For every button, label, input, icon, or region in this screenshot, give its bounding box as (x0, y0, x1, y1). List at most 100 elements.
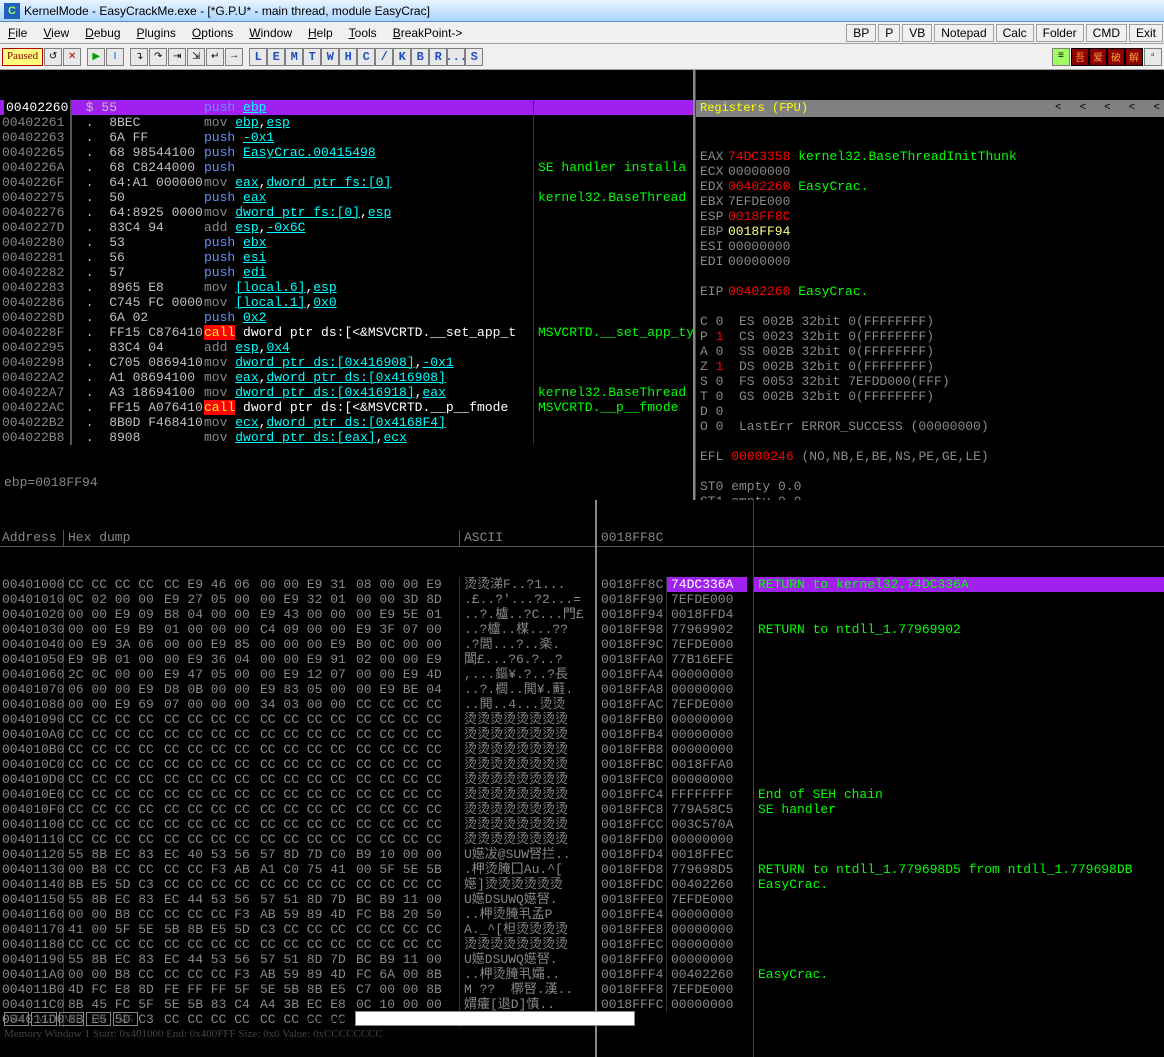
hex-row[interactable]: 00401100CC CC CC CCCC CC CC CCCC CC CC C… (0, 817, 595, 832)
hex-row[interactable]: 0040104000 E9 3A 0600 00 E9 8500 00 00 E… (0, 637, 595, 652)
btn-notepad[interactable]: Notepad (934, 24, 993, 42)
hex-row[interactable]: 004011A000 00 B8 CCCC CC CC F3AB 59 89 4… (0, 967, 595, 982)
stack-row[interactable]: 0018FFB000000000 (597, 712, 753, 727)
toolbar-E[interactable]: E (267, 48, 285, 66)
reg-ESP[interactable]: ESP0018FF8C (700, 209, 1160, 224)
hex-row[interactable]: 0040107006 00 00 E9D8 0B 00 00E9 83 05 0… (0, 682, 595, 697)
reg-EDX[interactable]: EDX00402260 EasyCrac. (700, 179, 1160, 194)
hex-row[interactable]: 004010E0CC CC CC CCCC CC CC CCCC CC CC C… (0, 787, 595, 802)
stack-row[interactable]: 0018FFD000000000 (597, 832, 753, 847)
hex-row[interactable]: 0040102000 00 E9 09B8 04 00 00E9 43 00 0… (0, 607, 595, 622)
cn-爱[interactable]: 爱 (1089, 48, 1107, 66)
hex-row[interactable]: 0040108000 00 E9 6907 00 00 0034 03 00 0… (0, 697, 595, 712)
disasm-row[interactable]: 00402295 . 83C4 04 add esp,0x4 (0, 340, 693, 355)
reg-EBX[interactable]: EBX7EFDE000 (700, 194, 1160, 209)
status-M1[interactable]: M1 (4, 1012, 29, 1026)
toolbar-W[interactable]: W (321, 48, 339, 66)
stack-row[interactable]: 0018FFD8779698D5 (597, 862, 753, 877)
hex-row[interactable]: 0040115055 8B EC 83EC 44 53 5657 51 8D 7… (0, 892, 595, 907)
hex-row[interactable]: 0040116000 00 B8 CCCC CC CC F3AB 59 89 4… (0, 907, 595, 922)
toolbar-H[interactable]: H (339, 48, 357, 66)
stack-row[interactable]: 0018FFE400000000 (597, 907, 753, 922)
disasm-row[interactable]: 004022A7 . A3 18694100 mov dword ptr ds:… (0, 385, 693, 400)
menu-options[interactable]: Options (184, 24, 241, 42)
stack-row[interactable]: 0018FFC4FFFFFFFF (597, 787, 753, 802)
reg-ESI[interactable]: ESI00000000 (700, 239, 1160, 254)
disassembly-panel[interactable]: 00402260 $ 55 push ebp 00402261 . 8BEC m… (0, 70, 695, 500)
hex-row[interactable]: 0040119055 8B EC 83EC 44 53 5657 51 8D 7… (0, 952, 595, 967)
hex-row[interactable]: 004010C0CC CC CC CCCC CC CC CCCC CC CC C… (0, 757, 595, 772)
disasm-row[interactable]: 0040227D . 83C4 94 add esp,-0x6C (0, 220, 693, 235)
hex-row[interactable]: 00401090CC CC CC CCCC CC CC CCCC CC CC C… (0, 712, 595, 727)
command-input[interactable] (355, 1011, 635, 1026)
disasm-row[interactable]: 00402298 . C705 0869410 mov dword ptr ds… (0, 355, 693, 370)
disasm-row[interactable]: 00402281 . 56 push esi (0, 250, 693, 265)
hex-row[interactable]: 004011408B E5 5D C3CC CC CC CCCC CC CC C… (0, 877, 595, 892)
hex-row[interactable]: 004011C08B 45 FC 5F5E 5B 83 C4A4 3B EC E… (0, 997, 595, 1012)
play-icon[interactable]: ▶ (87, 48, 105, 66)
reg-EDI[interactable]: EDI00000000 (700, 254, 1160, 269)
reg-ECX[interactable]: ECX00000000 (700, 164, 1160, 179)
stack-row[interactable]: 0018FFB800000000 (597, 742, 753, 757)
disasm-row[interactable]: 00402261 . 8BEC mov ebp,esp (0, 115, 693, 130)
stack-row[interactable]: 0018FF8C74DC336A (597, 577, 753, 592)
menu-file[interactable]: File (0, 24, 35, 42)
stack-row[interactable]: 0018FFF400402260 (597, 967, 753, 982)
hex-row[interactable]: 0040103000 00 E9 B901 00 00 00C4 09 00 0… (0, 622, 595, 637)
stack-row[interactable]: 0018FFCC003C570A (597, 817, 753, 832)
hex-row[interactable]: 004010100C 02 00 00E9 27 05 0000 E9 32 0… (0, 592, 595, 607)
menu-breakpoint->[interactable]: BreakPoint-> (385, 24, 471, 42)
stack-row[interactable]: 0018FF9C7EFDE000 (597, 637, 753, 652)
stack-row[interactable]: 0018FF9877969902 (597, 622, 753, 637)
status-M3[interactable]: M3 (59, 1012, 84, 1026)
disasm-row[interactable]: 004022B2 . 8B0D F468410 mov ecx,dword pt… (0, 415, 693, 430)
stack-panel[interactable]: 0018FF8C 0018FF8C74DC336A 0018FF907EFDE0… (597, 500, 1164, 1057)
step-over-icon[interactable]: ↷ (149, 48, 167, 66)
stack-row[interactable]: 0018FFDC00402260 (597, 877, 753, 892)
hex-row[interactable]: 004010F0CC CC CC CCCC CC CC CCCC CC CC C… (0, 802, 595, 817)
hex-row[interactable]: 00401000CC CC CC CCCC E9 46 0600 00 E9 3… (0, 577, 595, 592)
btn-cmd[interactable]: CMD (1086, 24, 1127, 42)
disasm-row[interactable]: 0040226F . 64:A1 000000 mov eax,dword pt… (0, 175, 693, 190)
hex-row[interactable]: 0040117041 00 5F 5E5B 8B E5 5DC3 CC CC C… (0, 922, 595, 937)
stack-row[interactable]: 0018FFD40018FFEC (597, 847, 753, 862)
disasm-row[interactable]: 004022A2 . A1 08694100 mov eax,dword ptr… (0, 370, 693, 385)
stack-row[interactable]: 0018FFAC7EFDE000 (597, 697, 753, 712)
hex-dump-panel[interactable]: Address Hex dump ASCII 00401000CC CC CC … (0, 500, 597, 1057)
disasm-row[interactable]: 004022AC . FF15 A076410 call dword ptr d… (0, 400, 693, 415)
trace-over-icon[interactable]: ⇲ (187, 48, 205, 66)
disasm-row[interactable]: 00402280 . 53 push ebx (0, 235, 693, 250)
cn-吾[interactable]: 吾 (1071, 48, 1089, 66)
hex-row[interactable]: 004010A0CC CC CC CCCC CC CC CCCC CC CC C… (0, 727, 595, 742)
btn-p[interactable]: P (878, 24, 900, 42)
disasm-row[interactable]: 0040228D . 6A 02 push 0x2 (0, 310, 693, 325)
registers-panel[interactable]: Registers (FPU) <<<<< EAX74DC3358 kernel… (695, 70, 1164, 500)
status-M2[interactable]: M2 (31, 1012, 56, 1026)
btn-exit[interactable]: Exit (1129, 24, 1163, 42)
toolbar-L[interactable]: L (249, 48, 267, 66)
toolbar-B[interactable]: B (411, 48, 429, 66)
hex-row[interactable]: 0040113000 B8 CC CCCC CC F3 ABA1 C0 75 4… (0, 862, 595, 877)
hex-row[interactable]: 004011B04D FC E8 8DFE FF FF 5F5E 5B 8B E… (0, 982, 595, 997)
reg-EBP[interactable]: EBP0018FF94 (700, 224, 1160, 239)
disasm-row[interactable]: 004022B8 . 8908 mov dword ptr ds:[eax],e… (0, 430, 693, 445)
stack-row[interactable]: 0018FF940018FFD4 (597, 607, 753, 622)
toolbar-K[interactable]: K (393, 48, 411, 66)
hex-row[interactable]: 004010602C 0C 00 00E9 47 05 0000 E9 12 0… (0, 667, 595, 682)
menu-tools[interactable]: Tools (341, 24, 385, 42)
menu-plugins[interactable]: Plugins (129, 24, 184, 42)
restart-icon[interactable]: ↺ (44, 48, 62, 66)
cn-破[interactable]: 破 (1107, 48, 1125, 66)
toolbar-/[interactable]: / (375, 48, 393, 66)
stack-row[interactable]: 0018FFBC0018FFA0 (597, 757, 753, 772)
disasm-row[interactable]: 00402260 $ 55 push ebp (0, 100, 693, 115)
toolbar-S[interactable]: S (465, 48, 483, 66)
menu-window[interactable]: Window (241, 24, 300, 42)
disasm-row[interactable]: 00402263 . 6A FF push -0x1 (0, 130, 693, 145)
disasm-row[interactable]: 0040228F . FF15 C876410 call dword ptr d… (0, 325, 693, 340)
toolbar-T[interactable]: T (303, 48, 321, 66)
disasm-row[interactable]: 0040226A . 68 C8244000 push SE handler i… (0, 160, 693, 175)
menu-view[interactable]: View (35, 24, 77, 42)
hex-row[interactable]: 004010B0CC CC CC CCCC CC CC CCCC CC CC C… (0, 742, 595, 757)
stack-row[interactable]: 0018FFF000000000 (597, 952, 753, 967)
